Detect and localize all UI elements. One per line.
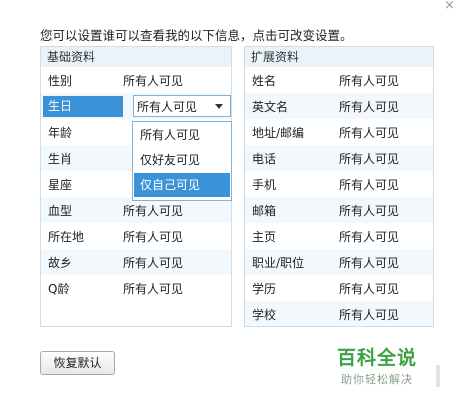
basic-row-location[interactable]: 所在地 所有人可见 <box>41 223 231 249</box>
basic-info-title: 基础资料 <box>41 47 231 67</box>
ext-row-email[interactable]: 邮箱 所有人可见 <box>245 197 433 223</box>
visibility-value[interactable]: 所有人可见 <box>339 98 399 115</box>
basic-row-q-age[interactable]: Q龄 所有人可见 <box>41 275 231 301</box>
visibility-dropdown-list: 所有人可见 仅好友可见 仅自己可见 <box>132 121 232 201</box>
field-label: 姓名 <box>252 73 277 88</box>
visibility-value[interactable]: 所有人可见 <box>123 254 183 271</box>
field-label: 主页 <box>252 229 277 244</box>
field-label: 职业/职位 <box>252 255 305 270</box>
field-label-selected[interactable]: 生日 <box>43 95 123 117</box>
visibility-value[interactable]: 所有人可见 <box>339 202 399 219</box>
instruction-text: 您可以设置谁可以查看我的以下信息，点击可改变设置。 <box>40 28 353 43</box>
visibility-value[interactable]: 所有人可见 <box>339 124 399 141</box>
basic-row-birthday[interactable]: 生日 所有人可见 <box>41 93 231 119</box>
visibility-value[interactable]: 所有人可见 <box>339 72 399 89</box>
field-label: 学历 <box>252 281 277 296</box>
field-label: 英文名 <box>252 99 289 114</box>
option-only-me[interactable]: 仅自己可见 <box>134 173 230 197</box>
ext-row-homepage[interactable]: 主页 所有人可见 <box>245 223 433 249</box>
ext-row-name[interactable]: 姓名 所有人可见 <box>245 67 433 93</box>
field-label: 故乡 <box>48 255 73 270</box>
visibility-value[interactable]: 所有人可见 <box>339 150 399 167</box>
select-value: 所有人可见 <box>137 99 198 114</box>
ext-row-education[interactable]: 学历 所有人可见 <box>245 275 433 301</box>
ext-row-occupation[interactable]: 职业/职位 所有人可见 <box>245 249 433 275</box>
visibility-value[interactable]: 所有人可见 <box>339 228 399 245</box>
field-label: 生肖 <box>48 151 73 166</box>
extended-info-title: 扩展资料 <box>245 47 433 67</box>
basic-row-gender[interactable]: 性别 所有人可见 <box>41 67 231 93</box>
visibility-value[interactable]: 所有人可见 <box>339 280 399 297</box>
option-friends-only[interactable]: 仅好友可见 <box>134 148 230 172</box>
scrollbar-edge[interactable] <box>436 365 440 387</box>
field-label: 手机 <box>252 177 277 192</box>
visibility-value[interactable]: 所有人可见 <box>339 254 399 271</box>
ext-row-address[interactable]: 地址/邮编 所有人可见 <box>245 119 433 145</box>
field-label: 性别 <box>48 73 73 88</box>
visibility-value[interactable]: 所有人可见 <box>339 306 399 323</box>
chevron-down-icon[interactable] <box>215 104 223 109</box>
field-label: 血型 <box>48 203 73 218</box>
visibility-value[interactable]: 所有人可见 <box>339 176 399 193</box>
option-everyone[interactable]: 所有人可见 <box>134 123 230 147</box>
visibility-value[interactable]: 所有人可见 <box>123 228 183 245</box>
visibility-select[interactable]: 所有人可见 <box>133 95 231 117</box>
field-label: 学校 <box>252 307 277 322</box>
visibility-value[interactable]: 所有人可见 <box>123 202 183 219</box>
visibility-value[interactable]: 所有人可见 <box>123 72 183 89</box>
ext-row-mobile[interactable]: 手机 所有人可见 <box>245 171 433 197</box>
visibility-value[interactable]: 所有人可见 <box>123 280 183 297</box>
field-label: 星座 <box>48 177 73 192</box>
extended-info-panel: 扩展资料 姓名 所有人可见 英文名 所有人可见 地址/邮编 所有人可见 电话 所… <box>244 46 434 327</box>
field-label: 年龄 <box>48 125 73 140</box>
field-label: 地址/邮编 <box>252 125 305 140</box>
basic-row-hometown[interactable]: 故乡 所有人可见 <box>41 249 231 275</box>
ext-row-phone[interactable]: 电话 所有人可见 <box>245 145 433 171</box>
restore-default-button[interactable]: 恢复默认 <box>40 351 115 375</box>
close-icon[interactable]: × <box>444 0 455 13</box>
ext-row-english-name[interactable]: 英文名 所有人可见 <box>245 93 433 119</box>
field-label: 所在地 <box>48 229 85 244</box>
field-label: 邮箱 <box>252 203 277 218</box>
field-label: Q龄 <box>48 281 70 296</box>
field-label: 电话 <box>252 151 277 166</box>
watermark-slogan: 助你轻松解决 <box>341 373 413 386</box>
watermark-logo-text: 百科全说 <box>336 347 417 369</box>
ext-row-school[interactable]: 学校 所有人可见 <box>245 301 433 326</box>
watermark-logo: 百科全说 助你轻松解决 <box>332 343 422 387</box>
